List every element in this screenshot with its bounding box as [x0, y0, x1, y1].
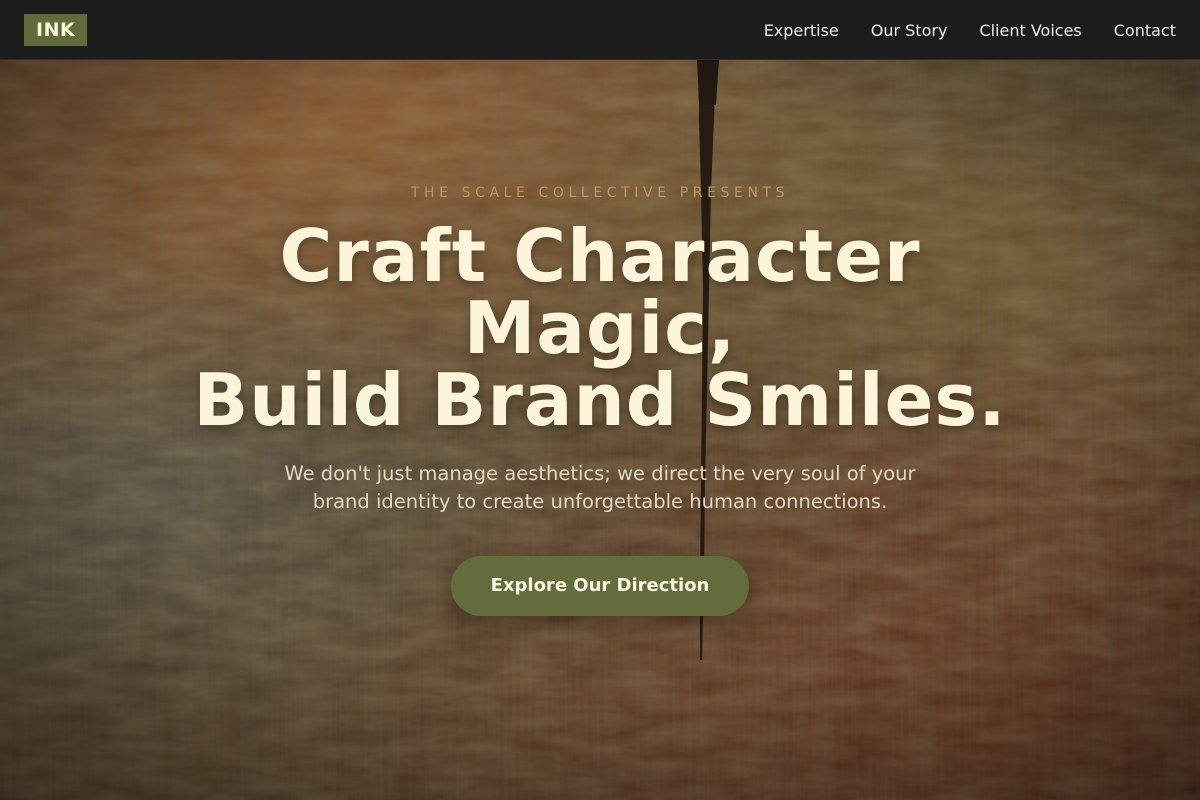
nav-link-contact[interactable]: Contact: [1114, 21, 1176, 40]
headline-line-1: Craft Character: [279, 214, 921, 298]
hero-section: THE SCALE COLLECTIVE PRESENTS Craft Char…: [0, 60, 1200, 800]
nav-link-our-story[interactable]: Our Story: [871, 21, 948, 40]
explore-direction-button[interactable]: Explore Our Direction: [451, 556, 749, 616]
landing-page: INK Expertise Our Story Client Voices Co…: [0, 0, 1200, 800]
brand-logo[interactable]: INK: [24, 14, 88, 46]
site-header: INK Expertise Our Story Client Voices Co…: [0, 0, 1200, 60]
main-nav: Expertise Our Story Client Voices Contac…: [764, 0, 1176, 60]
headline-line-2: Magic,: [463, 286, 737, 370]
hero-headline: Craft Character Magic, Build Brand Smile…: [150, 220, 1050, 436]
nav-link-expertise[interactable]: Expertise: [764, 21, 839, 40]
hero-subtext: We don't just manage aesthetics; we dire…: [284, 462, 916, 513]
nav-link-client-voices[interactable]: Client Voices: [979, 21, 1081, 40]
headline-line-3: Build Brand Smiles.: [193, 358, 1007, 442]
hero-eyebrow: THE SCALE COLLECTIVE PRESENTS: [410, 185, 790, 201]
